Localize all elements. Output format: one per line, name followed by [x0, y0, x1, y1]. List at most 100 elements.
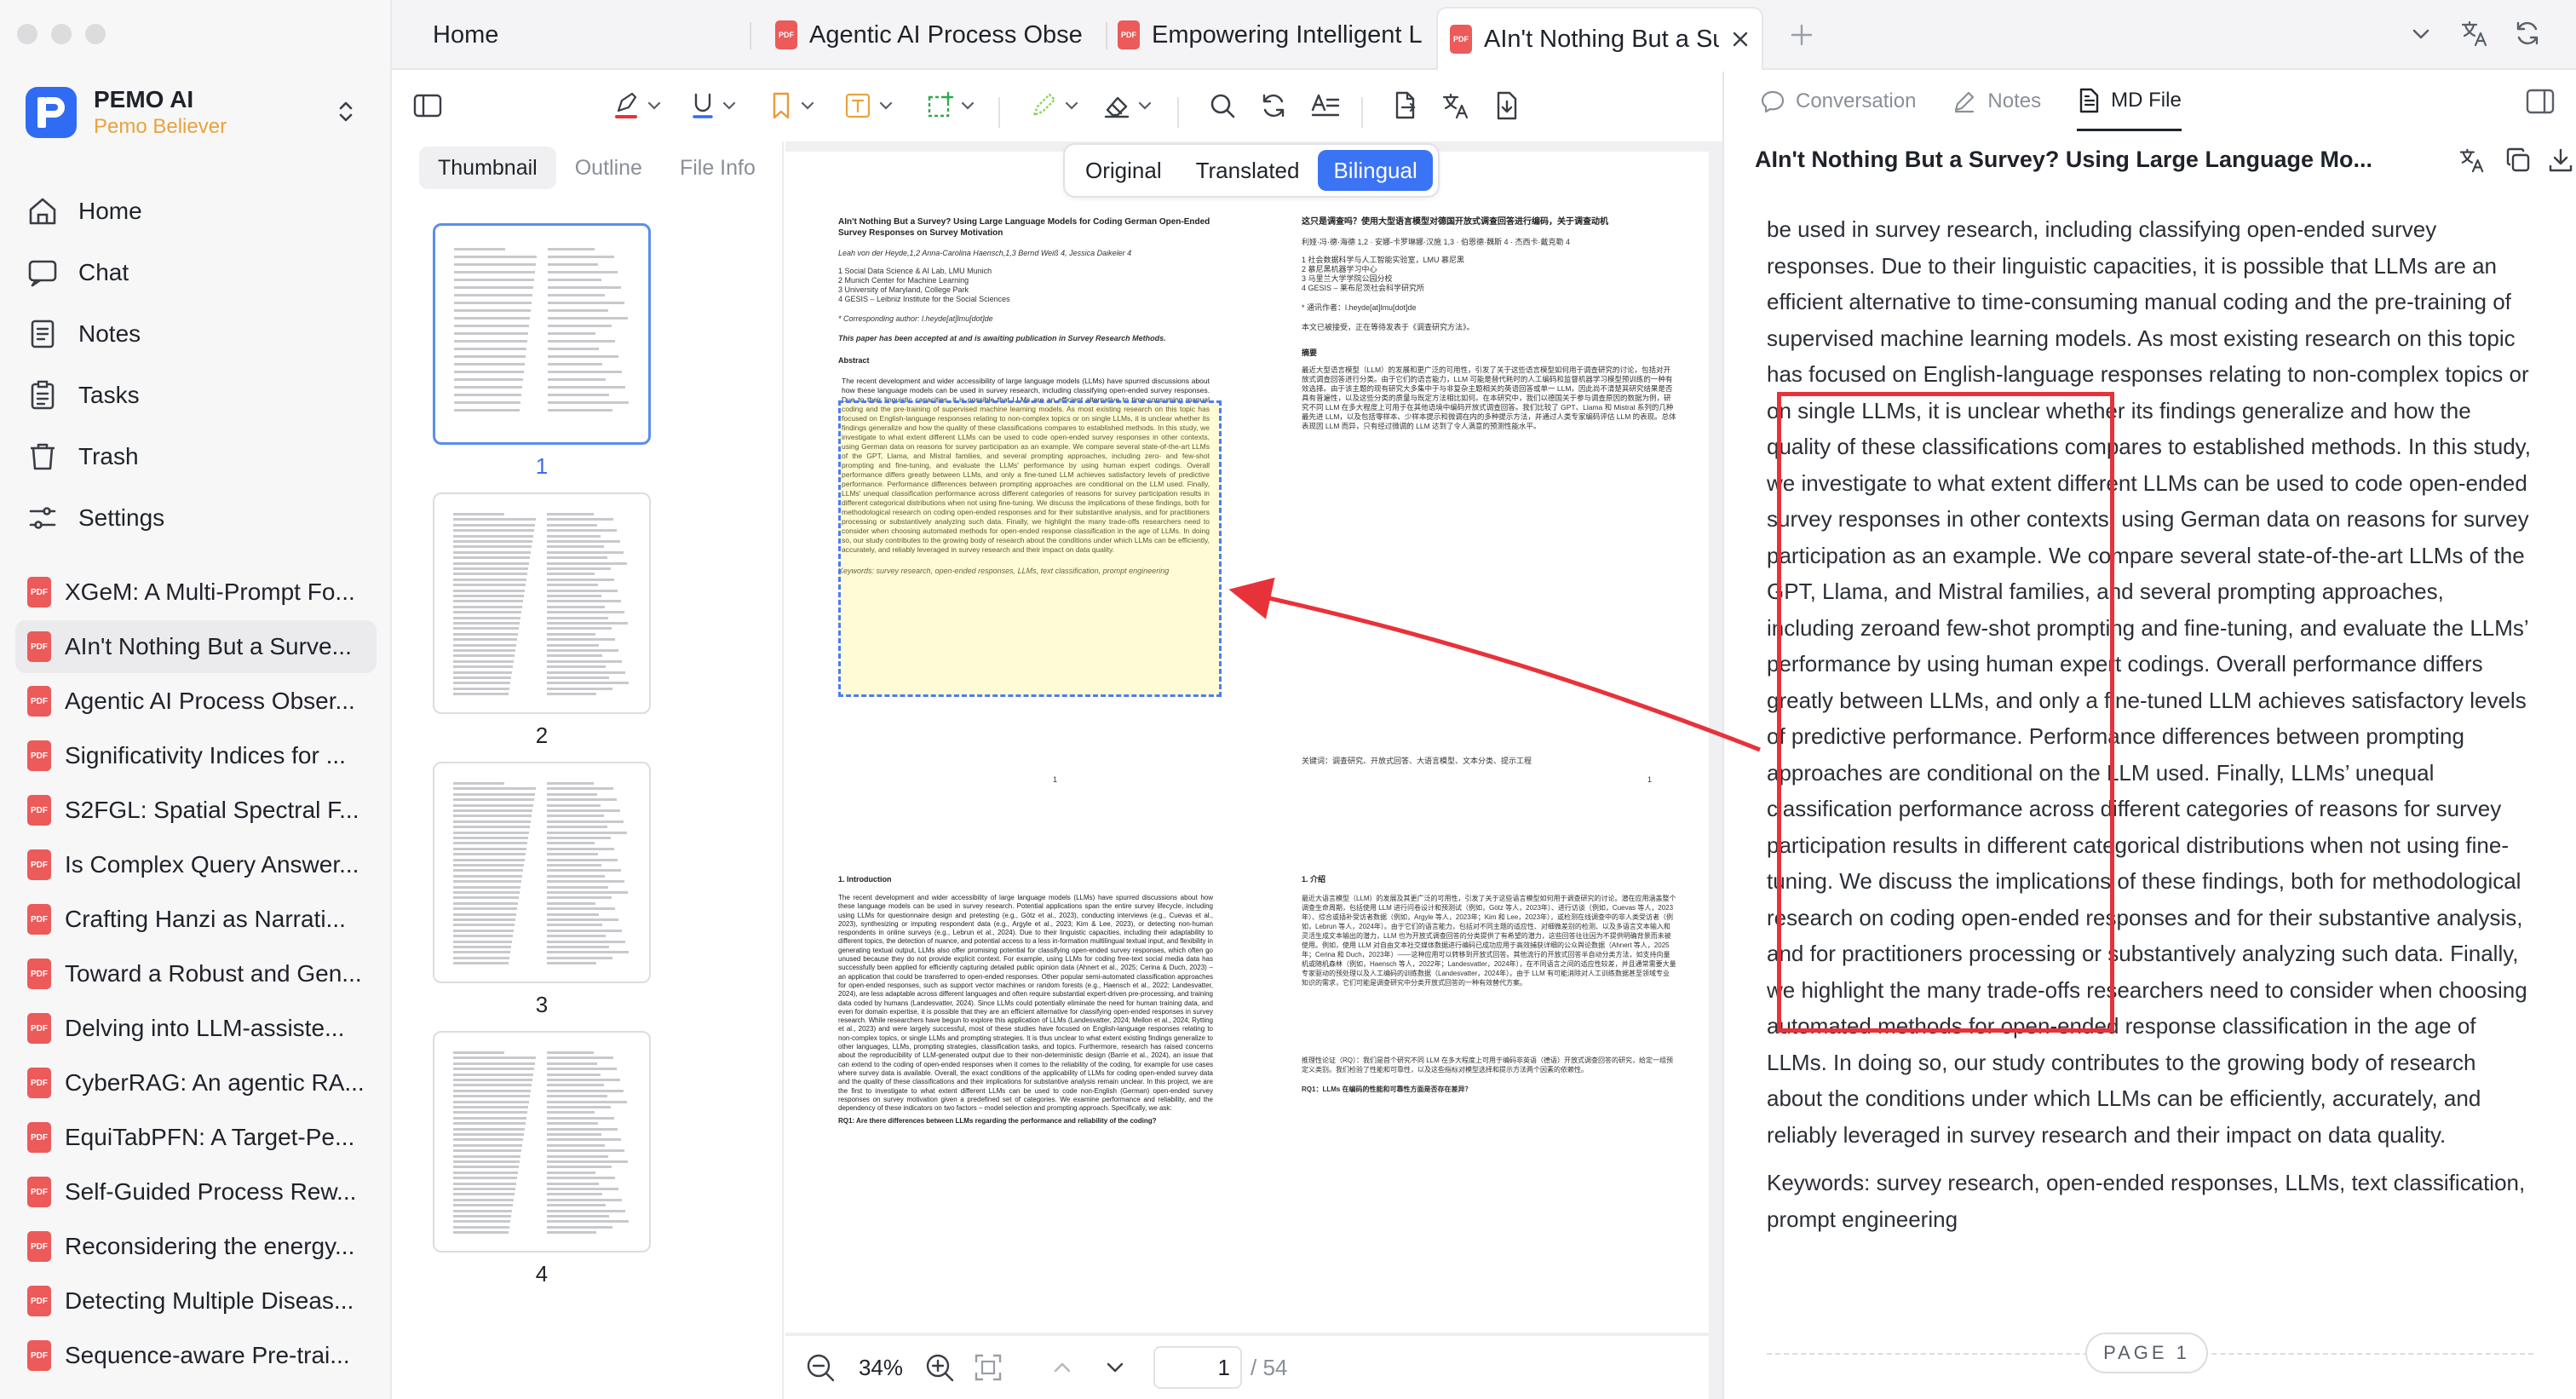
translate-icon[interactable]	[1441, 85, 1470, 126]
zoom-window-button[interactable]	[85, 24, 106, 44]
zoom-level[interactable]: 34%	[855, 1355, 906, 1381]
pdf-icon: PDF	[27, 1177, 51, 1207]
rotate-icon[interactable]	[1259, 85, 1288, 126]
sidebar-item-chat[interactable]: Chat	[26, 247, 366, 298]
tab-conversation[interactable]: Conversation	[1760, 72, 1916, 131]
translated-affiliation-line: 4 GESIS – 莱布尼茨社会科学研究所	[1302, 284, 1425, 292]
zoom-in-icon[interactable]	[923, 1351, 956, 1384]
search-icon[interactable]	[1208, 85, 1237, 126]
sidebar-item-tasks[interactable]: Tasks	[26, 370, 366, 421]
chevron-up-icon[interactable]	[1051, 1356, 1073, 1379]
tab-file-info[interactable]: File Info	[661, 147, 774, 189]
pen-tool[interactable]	[1029, 85, 1080, 126]
tab-notes[interactable]: Notes	[1952, 72, 2041, 131]
document-title: EquiTabPFN: A Target-Pe...	[65, 1124, 355, 1150]
sidebar-item-notes[interactable]: Notes	[26, 308, 366, 360]
page-thumbnail[interactable]	[433, 492, 651, 714]
md-keywords: Keywords: survey research, open-ended re…	[1767, 1170, 2526, 1232]
copy-icon[interactable]	[2504, 147, 2532, 174]
page-number-input[interactable]: 1	[1153, 1346, 1242, 1389]
chevron-down-icon[interactable]	[2409, 22, 2433, 46]
document-title: XGeM: A Multi-Prompt Fo...	[65, 579, 355, 605]
recent-document-item[interactable]: PDF Delving into LLM-assiste...	[15, 1002, 377, 1055]
tab-document[interactable]: PDF Agentic AI Process Obse	[775, 12, 1090, 58]
translated-acceptance: 本文已被接受，正在等待发表于《调查研究方法》。	[1302, 323, 1475, 331]
translated-keywords: 关键词：调查研究、开放式回答、大语言模型、文本分类、提示工程	[1302, 757, 1532, 765]
chevron-updown-icon[interactable]	[337, 97, 354, 126]
toggle-sidebar-icon[interactable]	[412, 85, 443, 126]
page-thumbnail[interactable]	[433, 223, 651, 445]
recent-document-item[interactable]: PDF Detecting Multiple Diseas...	[15, 1275, 377, 1327]
workspace-switcher[interactable]: PEMO AI Pemo Believer	[26, 82, 366, 143]
pdf-icon: PDF	[27, 959, 51, 989]
new-tab-icon[interactable]	[1789, 22, 1814, 48]
document-title: Sequence-aware Pre-trai...	[65, 1342, 350, 1368]
text-box-tool[interactable]	[843, 85, 894, 126]
document-title: Delving into LLM-assiste...	[65, 1015, 345, 1041]
tab-document[interactable]: PDF Empowering Intelligent L	[1118, 12, 1445, 58]
pdf-icon: PDF	[27, 1122, 51, 1153]
text-format-icon[interactable]	[1310, 85, 1341, 126]
tab-home[interactable]: Home	[433, 12, 498, 58]
refresh-icon[interactable]	[2513, 19, 2542, 48]
highlighter-tool[interactable]	[612, 85, 663, 126]
recent-document-item[interactable]: PDF EquiTabPFN: A Target-Pe...	[15, 1111, 377, 1164]
recent-document-item[interactable]: PDF S2FGL: Spatial Spectral F...	[15, 784, 377, 837]
page-thumbnail[interactable]	[433, 762, 651, 983]
notes-icon	[26, 317, 60, 351]
sidebar-item-label: Settings	[78, 504, 165, 531]
tab-md-file[interactable]: MD File	[2077, 72, 2182, 131]
recent-document-item[interactable]: PDF Is Complex Query Answer...	[15, 838, 377, 891]
recent-document-item[interactable]: PDF Significativity Indices for ...	[15, 729, 377, 782]
chevron-down-icon	[959, 97, 976, 114]
close-window-button[interactable]	[17, 24, 37, 44]
recent-document-item[interactable]: PDF Sequence-aware Pre-trai...	[15, 1329, 377, 1382]
highlighted-selection[interactable]	[838, 400, 1222, 697]
download-icon[interactable]	[2547, 147, 2574, 174]
download-file-icon[interactable]	[1492, 85, 1521, 126]
page-thumbnail[interactable]	[433, 1031, 651, 1252]
minimize-window-button[interactable]	[51, 24, 72, 44]
translate-icon[interactable]	[2460, 19, 2489, 48]
sidebar-item-home[interactable]: Home	[26, 186, 366, 237]
toggle-panel-icon[interactable]	[2525, 87, 2556, 116]
recent-document-item[interactable]: PDF AIn't Nothing But a Surve...	[15, 620, 377, 673]
pdf-icon: PDF	[27, 1068, 51, 1098]
zoom-out-icon[interactable]	[804, 1351, 837, 1384]
recent-document-item[interactable]: PDF Crafting Hanzi as Narrati...	[15, 893, 377, 946]
pdf-icon: PDF	[27, 740, 51, 771]
chevron-down-icon[interactable]	[1104, 1356, 1126, 1379]
document-title: S2FGL: Spatial Spectral F...	[65, 797, 359, 823]
toolbar-divider	[998, 97, 1000, 128]
view-bilingual-button[interactable]: Bilingual	[1318, 150, 1433, 191]
bookmark-tool[interactable]	[768, 85, 816, 126]
eraser-tool[interactable]	[1102, 85, 1153, 126]
area-select-tool[interactable]	[925, 85, 976, 126]
recent-document-item[interactable]: PDF Agentic AI Process Obser...	[15, 675, 377, 728]
export-pdf-icon[interactable]	[1390, 85, 1419, 126]
md-file-title: AIn't Nothing But a Survey? Using Large …	[1755, 147, 2372, 172]
fit-page-icon[interactable]	[973, 1352, 1003, 1383]
recent-document-item[interactable]: PDF XGeM: A Multi-Prompt Fo...	[15, 566, 377, 619]
chevron-down-icon	[877, 97, 894, 114]
close-tab-icon[interactable]	[1731, 30, 1750, 49]
translated-abstract: 最近大型语言模型（LLM）的发展和更广泛的可用性，引发了关于这些语言模型如何用于…	[1302, 366, 1676, 430]
translate-icon[interactable]	[2458, 147, 2486, 174]
sidebar-item-trash[interactable]: Trash	[26, 431, 366, 482]
underline-tool[interactable]	[690, 85, 738, 126]
recent-document-item[interactable]: PDF Reconsidering the energy...	[15, 1220, 377, 1273]
view-original-button[interactable]: Original	[1070, 150, 1177, 191]
recent-document-item[interactable]: PDF Self-Guided Process Rew...	[15, 1166, 377, 1218]
pdf-icon: PDF	[27, 1013, 51, 1044]
recent-document-item[interactable]: PDF CyberRAG: An agentic RA...	[15, 1056, 377, 1109]
view-translated-button[interactable]: Translated	[1181, 150, 1315, 191]
tab-thumbnail[interactable]: Thumbnail	[419, 147, 556, 189]
document-title: Agentic AI Process Obser...	[65, 688, 355, 714]
sidebar-item-settings[interactable]: Settings	[26, 492, 366, 544]
view-mode-switch: Original Translated Bilingual	[1063, 143, 1440, 198]
area-select-icon	[925, 91, 954, 120]
sidebar-item-label: Chat	[78, 259, 129, 285]
tab-outline[interactable]: Outline	[556, 147, 661, 189]
tab-document-active[interactable]: PDF AIn't Nothing But a Su	[1436, 7, 1763, 70]
recent-document-item[interactable]: PDF Toward a Robust and Gen...	[15, 947, 377, 1000]
